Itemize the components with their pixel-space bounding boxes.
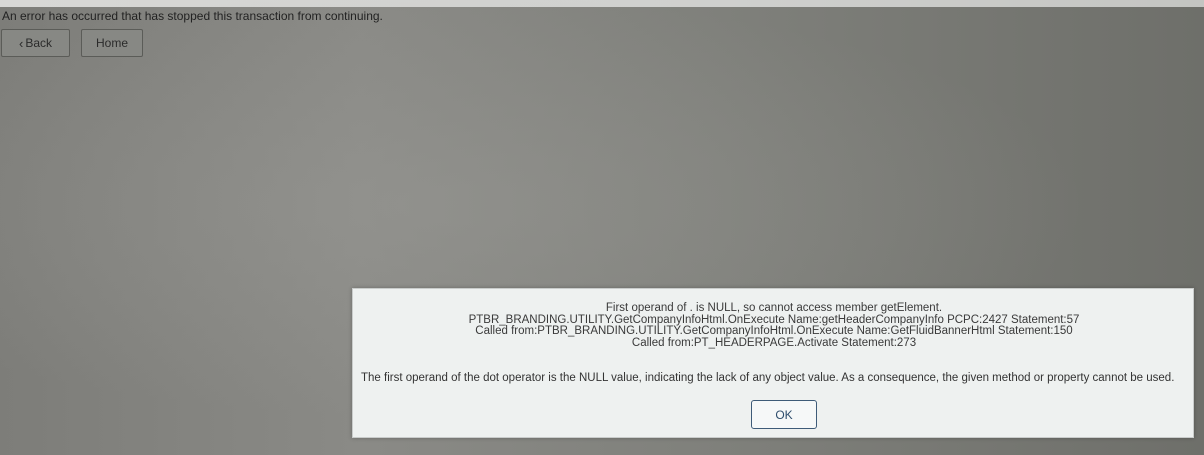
top-strip xyxy=(0,0,1204,7)
error-message-line: Called from:PTBR_BRANDING.UTILITY.GetCom… xyxy=(475,325,1073,337)
ok-button[interactable]: OK xyxy=(751,400,817,429)
error-dialog: First operand of . is NULL, so cannot ac… xyxy=(352,288,1194,438)
error-message-line: First operand of . is NULL, so cannot ac… xyxy=(605,302,943,314)
error-message-line: Called from:PT_HEADERPAGE.Activate State… xyxy=(631,336,917,349)
chevron-left-icon: ‹ xyxy=(18,35,24,51)
back-button[interactable]: ‹ Back xyxy=(1,29,70,57)
error-message-block: First operand of . is NULL, so cannot ac… xyxy=(353,302,1195,349)
home-button-label: Home xyxy=(95,36,128,50)
home-button[interactable]: Home xyxy=(81,29,143,57)
error-banner-text: An error has occurred that has stopped t… xyxy=(2,9,383,23)
error-explanation: The first operand of the dot operator is… xyxy=(361,372,1175,384)
back-button-label: Back xyxy=(25,36,53,50)
